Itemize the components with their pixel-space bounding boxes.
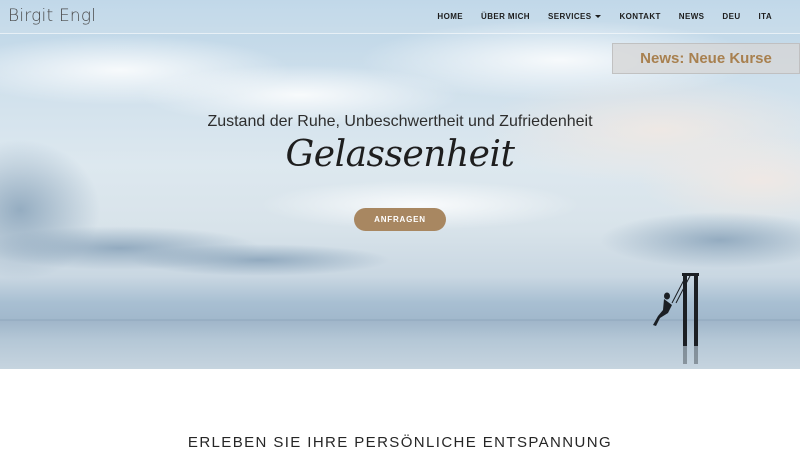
news-badge[interactable]: News: Neue Kurse [612,43,800,74]
nav-item-services[interactable]: SERVICES [548,12,602,21]
hero-headline: Gelassenheit [285,134,515,175]
main-nav: HOME ÜBER MICH SERVICES KONTAKT NEWS DEU… [419,0,772,33]
nav-item-lang-ita[interactable]: ITA [759,12,773,21]
caret-down-icon [595,15,602,18]
hero-subtitle: Zustand der Ruhe, Unbeschwertheit und Zu… [207,113,593,130]
section-title: ERLEBEN SIE IHRE PERSÖNLICHE ENTSPANNUNG [187,434,613,451]
nav-item-services-label: SERVICES [547,12,592,21]
nav-item-home[interactable]: HOME [437,12,463,21]
hero-section: Birgit Engl HOME ÜBER MICH SERVICES KONT… [0,0,800,369]
nav-item-lang-deu[interactable]: DEU [722,12,740,21]
nav-item-ueber-mich[interactable]: ÜBER MICH [481,12,530,21]
nav-item-kontakt[interactable]: KONTAKT [619,12,660,21]
nav-item-news[interactable]: NEWS [679,12,705,21]
brand-logo[interactable]: Birgit Engl [8,6,96,26]
news-badge-label: News: Neue Kurse [640,50,772,67]
top-navbar: Birgit Engl HOME ÜBER MICH SERVICES KONT… [0,0,800,34]
anfragen-button[interactable]: ANFRAGEN [354,208,446,231]
